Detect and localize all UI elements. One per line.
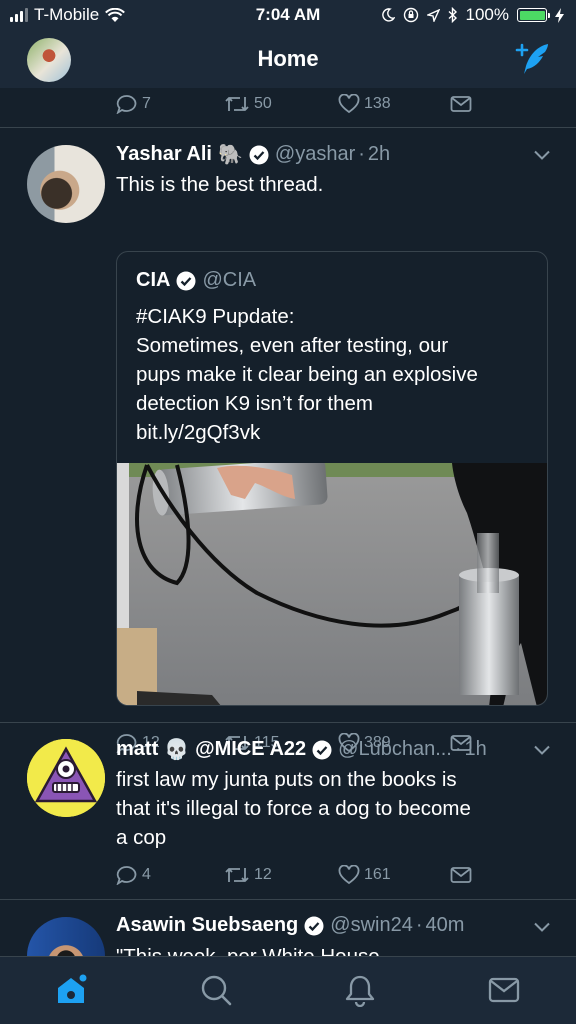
avatar[interactable] (27, 145, 105, 223)
heart-icon (338, 865, 360, 885)
avatar[interactable] (27, 917, 105, 956)
tweet-text: This is the best thread. (116, 173, 324, 196)
bluetooth-icon (448, 7, 457, 23)
like-count: 161 (364, 866, 391, 883)
display-name-suffix: @MICE A22 (195, 738, 307, 760)
chevron-down-icon[interactable] (534, 922, 550, 932)
retweet-count: 50 (254, 95, 272, 112)
tweet-text-line: first law my junta puts on the books is (116, 768, 457, 791)
elephant-emoji: 🐘 (217, 144, 243, 166)
quoted-text-line: pups make it clear being an explosive (136, 363, 478, 386)
avatar[interactable] (27, 739, 105, 817)
nav-bar: Home (0, 30, 576, 88)
search-icon[interactable] (199, 973, 233, 1007)
tweet[interactable]: matt 💀 @MICE A22 @Lubchan... · 1h first … (0, 723, 576, 899)
timestamp: 1h (464, 738, 487, 760)
like-button[interactable]: 138 (338, 92, 450, 116)
direct-message-button[interactable] (450, 863, 472, 887)
timestamp: 2h (367, 143, 391, 165)
tweet-text: "This week, per White House (116, 942, 552, 956)
charging-icon (555, 7, 564, 23)
reply-button[interactable]: 4 (116, 863, 224, 887)
like-button[interactable]: 161 (338, 863, 450, 887)
tweet-text-line: a cop (116, 826, 167, 849)
direct-message-button[interactable] (450, 92, 472, 116)
dog-photo[interactable] (117, 463, 548, 706)
tweet-actions: 4 12 161 (116, 863, 496, 887)
separator-dot: · (358, 143, 365, 165)
battery-icon (517, 8, 550, 22)
tweet-text-line: that it's illegal to force a dog to beco… (116, 797, 471, 820)
quoted-tweet[interactable]: CIA @CIA #CIAK9 Pupdate: Sometimes, even… (116, 251, 548, 706)
orientation-lock-icon (403, 7, 418, 23)
retweet-icon (225, 868, 249, 882)
retweet-button[interactable]: 12 (224, 863, 338, 887)
retweet-icon (225, 97, 249, 111)
reply-button[interactable]: 7 (116, 92, 224, 116)
compose-tweet-icon[interactable] (514, 42, 550, 76)
tweet[interactable]: Asawin Suebsaeng @swin24 · 40m "This wee… (0, 900, 576, 956)
timestamp: 40m (425, 914, 465, 936)
display-name[interactable]: Yashar Ali (116, 143, 212, 166)
tweet-actions-partial: 7 50 138 (116, 92, 496, 116)
quoted-text-line: Sometimes, even after testing, our (136, 334, 449, 357)
timeline-feed[interactable]: 7 50 138 Yashar Ali 🐘 @yashar · 2h This … (0, 88, 576, 956)
reply-icon (116, 866, 137, 885)
tab-bar (0, 956, 576, 1024)
separator-dot: · (454, 738, 462, 760)
messages-icon[interactable] (487, 973, 521, 1007)
quoted-text-line: #CIAK9 Pupdate: (136, 305, 295, 328)
reply-count: 7 (142, 95, 151, 112)
retweet-count: 12 (254, 866, 272, 883)
chevron-down-icon[interactable] (534, 150, 550, 160)
tweet-header: Yashar Ali 🐘 @yashar · 2h (116, 142, 546, 167)
tweet-text: first law my junta puts on the books is … (116, 765, 552, 852)
skull-emoji: 💀 (164, 739, 190, 761)
verified-badge-icon (312, 740, 332, 759)
verified-badge-icon (304, 916, 324, 935)
display-name[interactable]: matt (116, 738, 158, 761)
tweet[interactable]: Yashar Ali 🐘 @yashar · 2h This is the be… (0, 128, 576, 753)
home-icon[interactable] (54, 973, 88, 1007)
handle: @yashar (274, 143, 356, 165)
reply-icon (116, 95, 137, 114)
like-count: 138 (364, 95, 391, 112)
heart-icon (338, 94, 360, 114)
page-title: Home (257, 46, 319, 71)
moon-icon (381, 8, 395, 22)
quoted-tweet-text: #CIAK9 Pupdate: Sometimes, even after te… (136, 302, 536, 447)
reply-count: 4 (142, 866, 151, 883)
tweet-header: matt 💀 @MICE A22 @Lubchan... · 1h (116, 737, 546, 762)
battery-percent: 100% (465, 5, 509, 24)
tweet-header: Asawin Suebsaeng @swin24 · 40m (116, 914, 546, 937)
display-name[interactable]: Asawin Suebsaeng (116, 914, 298, 937)
quoted-link[interactable]: bit.ly/2gQf3vk (136, 418, 536, 447)
quoted-text-line: detection K9 isn’t for them (136, 392, 374, 415)
status-bar: T-Mobile 7:04 AM 100% (0, 0, 576, 30)
verified-badge-icon (176, 271, 196, 290)
retweet-button[interactable]: 50 (224, 92, 338, 116)
envelope-icon (450, 867, 472, 883)
notifications-icon[interactable] (343, 973, 377, 1007)
handle: @Lubchan... (338, 738, 452, 760)
quoted-handle: @CIA (202, 269, 257, 291)
handle: @swin24 (330, 914, 413, 936)
verified-badge-icon (249, 145, 269, 164)
quoted-display-name: CIA (136, 269, 171, 291)
chevron-down-icon[interactable] (534, 745, 550, 755)
envelope-icon (450, 96, 472, 112)
location-icon (426, 8, 440, 22)
separator-dot: · (415, 914, 423, 936)
quoted-tweet-header: CIA @CIA (136, 269, 256, 292)
